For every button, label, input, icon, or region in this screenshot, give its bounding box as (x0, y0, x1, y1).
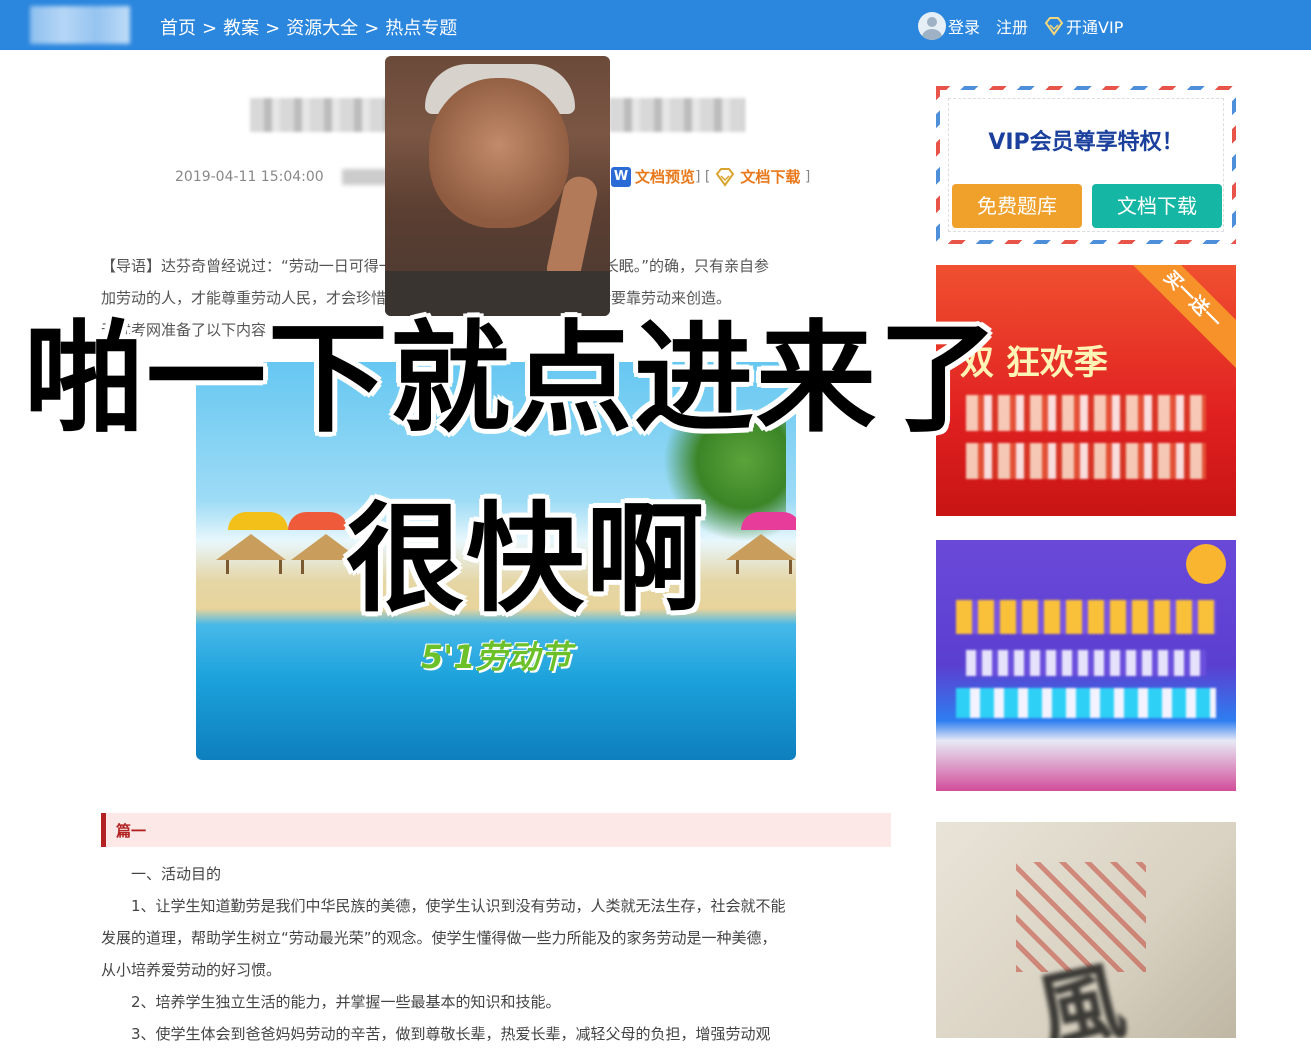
article-body: 一、活动目的 1、让学生知道勤劳是我们中华民族的美德，使学生认识到没有劳动，人类… (101, 858, 891, 1050)
doc-preview-link[interactable]: 文档预览 (635, 166, 695, 187)
meta-bracket: ] (804, 168, 811, 185)
body-paragraph: 一、活动目的 (131, 865, 222, 883)
body-paragraph: 3、使学生体会到爸爸妈妈劳动的辛苦，做到尊敬长辈，热爱长辈，减轻父母的负担，增强… (131, 1025, 771, 1043)
open-vip-link[interactable]: 开通VIP (1066, 14, 1123, 38)
top-nav-bar: 首页 > 教案 > 资源大全 > 热点专题 登录 注册 开通VIP (0, 0, 1311, 50)
promo-ribbon: 买一送一 (1116, 265, 1236, 376)
meme-photo-man-pointing (385, 56, 610, 316)
breadcrumb-home[interactable]: 首页 (160, 18, 196, 39)
section-title: 篇一 (116, 822, 147, 840)
vip-privileges-box: VIP会员尊享特权！ 免费题库 文档下载 (936, 86, 1236, 244)
ad-pixelated-text (956, 600, 1216, 634)
body-paragraph: 1、让学生知道勤劳是我们中华民族的美德，使学生认识到没有劳动，人类就无法生存，社… (131, 897, 786, 915)
hero-caption: 5'1劳动节 (421, 638, 572, 676)
breadcrumb-separator: > (265, 18, 281, 39)
word-doc-icon: W (611, 166, 631, 187)
sidebar-ad-banner-purple[interactable] (936, 540, 1236, 791)
face-shape (429, 78, 569, 228)
diamond-download-icon (716, 167, 735, 187)
breadcrumb-lesson-plans[interactable]: 教案 (223, 18, 259, 39)
umbrella-graphic (741, 512, 796, 530)
avatar-icon[interactable] (918, 12, 946, 40)
vip-box-title: VIP会员尊享特权！ (988, 130, 1184, 155)
umbrella-graphic (288, 512, 348, 530)
sun-graphic (1186, 544, 1226, 584)
meta-bracket: ] [ (695, 168, 711, 185)
section-header: 篇一 (101, 813, 891, 847)
sidebar-ad-banner-paper[interactable]: 風 (936, 822, 1236, 1038)
ad-pixelated-text (966, 650, 1206, 676)
hut-graphic (726, 534, 796, 574)
body-paragraph: 发展的道理，帮助学生树立“劳动最光荣”的观念。使学生懂得做一些力所能及的家务劳动… (101, 929, 777, 947)
user-area: 登录 注册 开通VIP (918, 12, 1123, 40)
diamond-icon (1044, 17, 1064, 36)
ad-pixelated-text (966, 395, 1206, 431)
login-link[interactable]: 登录 (948, 14, 980, 38)
document-download-button[interactable]: 文档下载 (1092, 184, 1222, 228)
meme-caption-line1: 啪一下就点进来了 (24, 310, 1000, 449)
meme-caption-line2: 很快啊 (346, 490, 707, 628)
body-paragraph: 2、培养学生独立生活的能力，并掌握一些最基本的知识和技能。 (131, 993, 561, 1011)
breadcrumb: 首页 > 教案 > 资源大全 > 热点专题 (160, 14, 463, 40)
breadcrumb-separator: > (364, 18, 380, 39)
publish-date: 2019-04-11 15:04:00 (175, 168, 324, 185)
breadcrumb-hot-topics[interactable]: 热点专题 (385, 18, 457, 39)
hut-graphic (216, 534, 286, 574)
site-logo[interactable] (30, 6, 130, 44)
ad-pixelated-text (956, 688, 1216, 718)
umbrella-graphic (228, 512, 288, 530)
doc-download-link[interactable]: 文档下载 (740, 166, 800, 187)
register-link[interactable]: 注册 (996, 14, 1028, 38)
free-question-bank-button[interactable]: 免费题库 (952, 184, 1082, 228)
breadcrumb-separator: > (202, 18, 218, 39)
breadcrumb-resources[interactable]: 资源大全 (286, 18, 358, 39)
body-paragraph: 从小培养爱劳动的好习惯。 (101, 961, 282, 979)
ad-pixelated-text (966, 443, 1206, 479)
